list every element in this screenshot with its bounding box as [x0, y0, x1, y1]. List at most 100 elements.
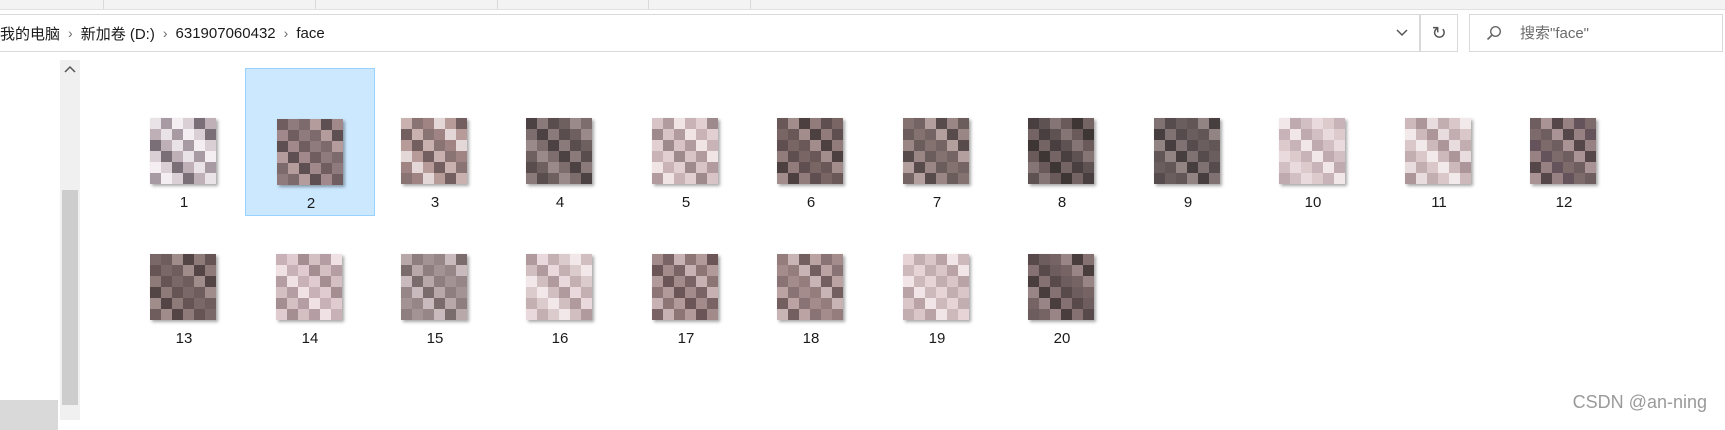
mosaic-block	[570, 118, 581, 129]
mosaic-block	[947, 118, 958, 129]
mosaic-block	[1028, 309, 1039, 320]
mosaic-block	[1301, 140, 1312, 151]
mosaic-block	[161, 254, 172, 265]
chevron-right-icon[interactable]: ›	[280, 25, 293, 41]
nav-selected-item[interactable]	[0, 400, 58, 430]
mosaic-block	[1072, 162, 1083, 173]
mosaic-block	[1176, 173, 1187, 184]
mosaic-block	[685, 140, 696, 151]
mosaic-block	[1039, 298, 1050, 309]
mosaic-block	[310, 174, 321, 185]
file-item[interactable]: 15	[370, 204, 500, 352]
mosaic-block	[1187, 140, 1198, 151]
mosaic-block	[1585, 162, 1596, 173]
file-item[interactable]: 8	[997, 68, 1127, 216]
mosaic-block	[1039, 140, 1050, 151]
file-item[interactable]: 4	[495, 68, 625, 216]
mosaic-block	[1449, 140, 1460, 151]
file-name: 16	[551, 330, 569, 347]
breadcrumb-this-pc[interactable]: 我的电脑	[0, 23, 64, 44]
mosaic-block	[548, 287, 559, 298]
file-item[interactable]: 19	[872, 204, 1002, 352]
mosaic-block	[1209, 129, 1220, 140]
file-item[interactable]: 16	[495, 204, 625, 352]
file-item[interactable]: 13	[119, 204, 249, 352]
mosaic-block	[788, 140, 799, 151]
breadcrumb-folder[interactable]: 631907060432	[172, 25, 280, 42]
mosaic-block	[434, 129, 445, 140]
mosaic-block	[332, 152, 343, 163]
mosaic-block	[1028, 287, 1039, 298]
chevron-right-icon[interactable]: ›	[64, 25, 77, 41]
mosaic-block	[1334, 129, 1345, 140]
mosaic-block	[903, 140, 914, 151]
mosaic-block	[298, 309, 309, 320]
file-item[interactable]: 11	[1374, 68, 1504, 216]
mosaic-block	[925, 173, 936, 184]
file-item[interactable]: 6	[746, 68, 876, 216]
mosaic-block	[925, 151, 936, 162]
mosaic-block	[401, 162, 412, 173]
mosaic-block	[150, 254, 161, 265]
scrollbar-thumb[interactable]	[62, 190, 78, 405]
mosaic-block	[1061, 151, 1072, 162]
chevron-right-icon[interactable]: ›	[159, 25, 172, 41]
file-item[interactable]: 7	[872, 68, 1002, 216]
search-box[interactable]	[1469, 14, 1723, 52]
file-item[interactable]: 20	[997, 204, 1127, 352]
file-item[interactable]: 2	[245, 68, 375, 216]
mosaic-block	[194, 162, 205, 173]
mosaic-block	[936, 162, 947, 173]
breadcrumb-drive-d[interactable]: 新加卷 (D:)	[77, 23, 159, 44]
mosaic-block	[788, 276, 799, 287]
mosaic-block	[1574, 129, 1585, 140]
address-bar[interactable]: 我的电脑 › 新加卷 (D:) › 631907060432 › face	[0, 14, 1420, 52]
mosaic-block	[548, 129, 559, 140]
file-item[interactable]: 3	[370, 68, 500, 216]
mosaic-block	[1585, 151, 1596, 162]
file-item[interactable]: 5	[621, 68, 751, 216]
mosaic-block	[320, 309, 331, 320]
mosaic-block	[183, 129, 194, 140]
mosaic-block	[161, 151, 172, 162]
file-item[interactable]: 14	[245, 204, 375, 352]
refresh-button[interactable]: ↻	[1420, 14, 1458, 52]
mosaic-block	[1028, 173, 1039, 184]
nav-scrollbar[interactable]	[60, 60, 80, 420]
file-item[interactable]: 17	[621, 204, 751, 352]
scroll-up-button[interactable]	[60, 60, 80, 78]
mosaic-block	[298, 265, 309, 276]
mosaic-block	[299, 141, 310, 152]
mosaic-block	[194, 151, 205, 162]
file-item[interactable]: 9	[1123, 68, 1253, 216]
address-history-dropdown[interactable]	[1384, 15, 1420, 51]
mosaic-block	[685, 151, 696, 162]
mosaic-block	[1072, 151, 1083, 162]
search-input[interactable]	[1520, 15, 1710, 51]
mosaic-block	[161, 287, 172, 298]
ribbon-separator	[750, 0, 751, 9]
mosaic-block	[947, 309, 958, 320]
mosaic-block	[1541, 162, 1552, 173]
mosaic-block	[570, 298, 581, 309]
mosaic-block	[321, 152, 332, 163]
mosaic-block	[412, 140, 423, 151]
file-item[interactable]: 1	[119, 68, 249, 216]
mosaic-block	[947, 254, 958, 265]
mosaic-block	[331, 287, 342, 298]
mosaic-block	[799, 140, 810, 151]
navigation-pane	[0, 60, 60, 430]
file-item[interactable]: 18	[746, 204, 876, 352]
mosaic-block	[423, 129, 434, 140]
file-item[interactable]: 10	[1248, 68, 1378, 216]
mosaic-block	[1449, 151, 1460, 162]
mosaic-block	[810, 287, 821, 298]
mosaic-block	[412, 151, 423, 162]
file-item[interactable]: 12	[1499, 68, 1629, 216]
mosaic-block	[548, 162, 559, 173]
mosaic-block	[401, 254, 412, 265]
mosaic-block	[1530, 151, 1541, 162]
breadcrumb-face[interactable]: face	[292, 25, 328, 42]
mosaic-block	[570, 140, 581, 151]
mosaic-block	[276, 276, 287, 287]
